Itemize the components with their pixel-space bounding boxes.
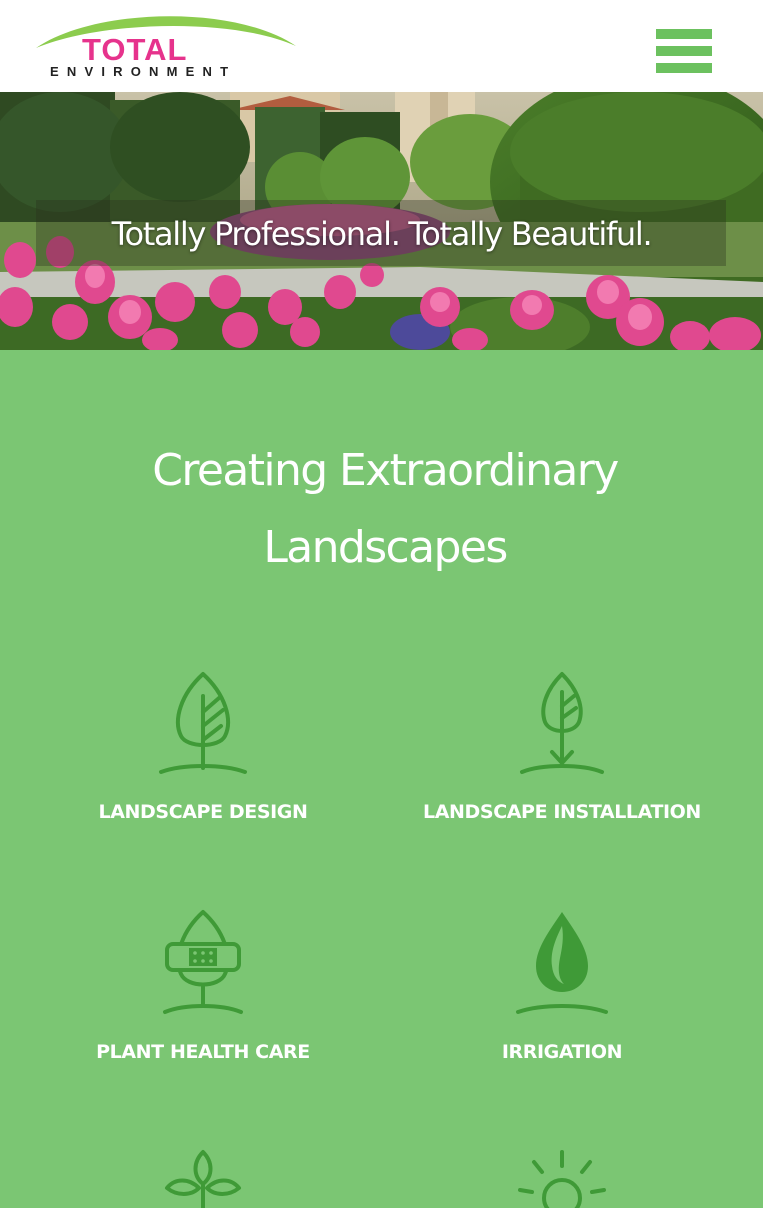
water-drop-icon bbox=[516, 912, 608, 1014]
service-plant-health-care[interactable]: PLANT HEALTH CARE bbox=[12, 908, 394, 1063]
hamburger-menu-icon[interactable] bbox=[656, 29, 712, 73]
site-header: TOTAL ENVIRONMENT bbox=[0, 0, 763, 92]
page-headline: Creating Extraordinary Landscapes bbox=[152, 445, 619, 573]
logo[interactable]: TOTAL ENVIRONMENT bbox=[34, 10, 299, 82]
bandaged-plant-icon bbox=[163, 910, 243, 1014]
leaf-icon bbox=[159, 672, 247, 774]
service-label: PLANT HEALTH CARE bbox=[96, 1041, 310, 1063]
logo-wordmark-environment: ENVIRONMENT bbox=[50, 64, 237, 79]
service-label: LANDSCAPE INSTALLATION bbox=[423, 801, 701, 823]
service-item[interactable] bbox=[12, 1148, 394, 1208]
service-label: IRRIGATION bbox=[501, 1041, 623, 1063]
leaf-planting-icon bbox=[520, 672, 604, 774]
hero-tagline: Totally Professional. Totally Beautiful. bbox=[111, 215, 653, 253]
sun-icon bbox=[518, 1150, 606, 1208]
service-landscape-design[interactable]: LANDSCAPE DESIGN bbox=[12, 668, 394, 823]
logo-wordmark-total: TOTAL bbox=[82, 32, 188, 67]
menu-bar bbox=[656, 29, 712, 39]
service-irrigation[interactable]: IRRIGATION bbox=[371, 908, 753, 1063]
service-item[interactable] bbox=[371, 1148, 753, 1208]
menu-bar bbox=[656, 63, 712, 73]
sprout-icon bbox=[165, 1150, 241, 1208]
service-label: LANDSCAPE DESIGN bbox=[98, 801, 308, 823]
menu-bar bbox=[656, 46, 712, 56]
service-landscape-installation[interactable]: LANDSCAPE INSTALLATION bbox=[371, 668, 753, 823]
hero-banner: Totally Professional. Totally Beautiful. bbox=[0, 92, 763, 350]
